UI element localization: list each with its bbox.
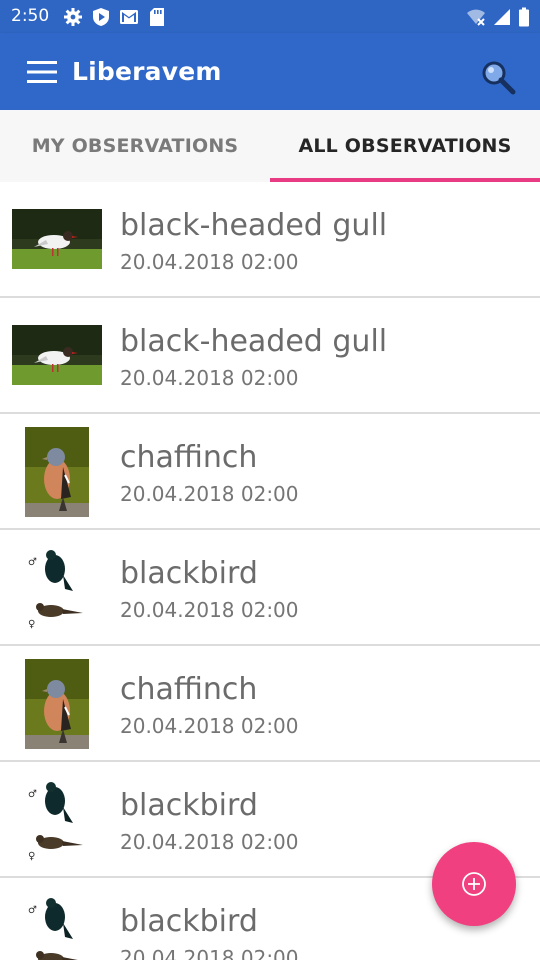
blackbird-illustration: ♂ ♀ bbox=[25, 775, 89, 865]
list-item[interactable]: chaffinch 20.04.2018 02:00 bbox=[0, 646, 540, 762]
chaffinch-photo bbox=[25, 427, 89, 517]
svg-text:♂: ♂ bbox=[28, 905, 37, 916]
wifi-off-icon bbox=[466, 7, 486, 27]
sd-card-icon bbox=[147, 7, 167, 27]
list-item[interactable]: ♂ ♀ blackbird 20.04.2018 02:00 bbox=[0, 530, 540, 646]
observation-name: blackbird bbox=[120, 556, 258, 591]
svg-text:♀: ♀ bbox=[28, 851, 35, 862]
signal-icon bbox=[492, 7, 512, 27]
settings-icon bbox=[63, 7, 83, 27]
observation-name: black-headed gull bbox=[120, 208, 388, 243]
add-observation-button[interactable] bbox=[432, 842, 516, 926]
tab-bar: MY OBSERVATIONS ALL OBSERVATIONS bbox=[0, 110, 540, 182]
tab-all-observations[interactable]: ALL OBSERVATIONS bbox=[270, 110, 540, 182]
svg-text:♀: ♀ bbox=[28, 619, 35, 630]
observation-name: chaffinch bbox=[120, 672, 258, 707]
status-bar: 2:50 bbox=[0, 0, 540, 33]
svg-text:♂: ♂ bbox=[28, 557, 37, 568]
observation-date: 20.04.2018 02:00 bbox=[120, 830, 299, 854]
observation-name: black-headed gull bbox=[120, 324, 388, 359]
blackbird-illustration: ♂ ♀ bbox=[25, 891, 89, 960]
tab-all-observations-label: ALL OBSERVATIONS bbox=[298, 135, 512, 157]
observation-date: 20.04.2018 02:00 bbox=[120, 946, 299, 960]
list-item[interactable]: chaffinch 20.04.2018 02:00 bbox=[0, 414, 540, 530]
app-bar: Liberavem bbox=[0, 33, 540, 110]
menu-icon[interactable] bbox=[27, 60, 57, 84]
battery-icon bbox=[518, 7, 530, 27]
tab-my-observations[interactable]: MY OBSERVATIONS bbox=[0, 110, 270, 182]
observation-list: black-headed gull 20.04.2018 02:00 black… bbox=[0, 182, 540, 960]
observation-date: 20.04.2018 02:00 bbox=[120, 366, 299, 390]
list-item[interactable]: black-headed gull 20.04.2018 02:00 bbox=[0, 298, 540, 414]
observation-name: chaffinch bbox=[120, 440, 258, 475]
app-title: Liberavem bbox=[72, 57, 222, 86]
status-left-icons bbox=[63, 7, 167, 27]
observation-name: blackbird bbox=[120, 788, 258, 823]
list-item[interactable]: black-headed gull 20.04.2018 02:00 bbox=[0, 182, 540, 298]
add-circle-icon bbox=[461, 871, 487, 897]
shield-play-icon bbox=[91, 7, 111, 27]
observation-date: 20.04.2018 02:00 bbox=[120, 598, 299, 622]
svg-text:♂: ♂ bbox=[28, 789, 37, 800]
chaffinch-photo bbox=[25, 659, 89, 749]
black-headed-gull-photo bbox=[12, 209, 102, 269]
search-icon[interactable] bbox=[480, 59, 516, 95]
status-right-icons bbox=[466, 7, 530, 27]
observation-date: 20.04.2018 02:00 bbox=[120, 482, 299, 506]
observation-date: 20.04.2018 02:00 bbox=[120, 250, 299, 274]
status-time: 2:50 bbox=[11, 6, 50, 26]
gmail-icon bbox=[119, 7, 139, 27]
blackbird-illustration: ♂ ♀ bbox=[25, 543, 89, 633]
black-headed-gull-photo bbox=[12, 325, 102, 385]
observation-date: 20.04.2018 02:00 bbox=[120, 714, 299, 738]
observation-name: blackbird bbox=[120, 904, 258, 939]
